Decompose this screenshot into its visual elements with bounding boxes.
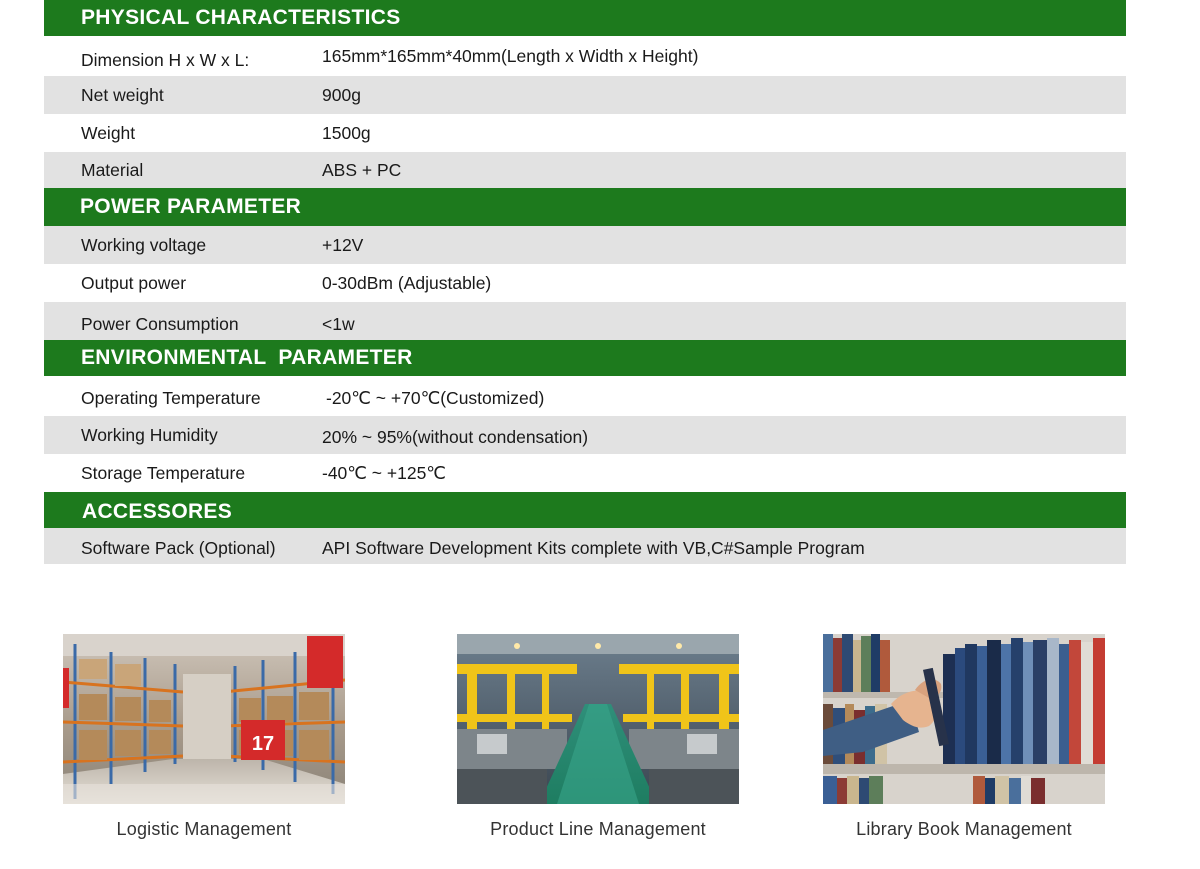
spec-value: 0-30dBm (Adjustable): [322, 273, 492, 293]
section-header-power: POWER PARAMETER: [44, 188, 1126, 226]
spec-row: Dimension H x W x L: 165mm*165mm*40mm(Le…: [44, 36, 1126, 76]
gallery-card-library: Library Book Management: [823, 634, 1105, 840]
spec-table: PHYSICAL CHARACTERISTICS Dimension H x W…: [44, 0, 1126, 564]
spec-row: Storage Temperature -40℃ ~ +125℃: [44, 454, 1126, 492]
spec-row: Working voltage +12V: [44, 226, 1126, 264]
spec-row: Power Consumption <1w: [44, 302, 1126, 340]
library-bookshelf-photo: [823, 634, 1105, 804]
spec-value: 20% ~ 95%(without condensation): [322, 427, 589, 447]
spec-label: Software Pack (Optional): [81, 538, 276, 558]
spec-row: Output power 0-30dBm (Adjustable): [44, 264, 1126, 302]
gallery-card-logistic: 17 Logistic Management: [63, 634, 345, 840]
spec-value: 165mm*165mm*40mm(Length x Width x Height…: [322, 46, 699, 66]
spec-label: Storage Temperature: [81, 463, 246, 483]
spec-row: Working Humidity 20% ~ 95%(without conde…: [44, 416, 1126, 454]
spec-value: <1w: [322, 314, 355, 334]
spec-row: Material ABS + PC: [44, 152, 1126, 188]
spec-value: 900g: [322, 85, 361, 105]
warehouse-shelves-photo: 17: [63, 634, 345, 804]
caption-library: Library Book Management: [856, 819, 1072, 839]
spec-label: Material: [81, 160, 144, 180]
spec-row: Weight 1500g: [44, 114, 1126, 152]
spec-value: 1500g: [322, 123, 371, 143]
gallery-card-product-line: Product Line Management: [457, 634, 739, 840]
spec-label: Working Humidity: [81, 425, 218, 445]
spec-value: +12V: [322, 235, 364, 255]
application-gallery: 17 Logistic Management Product Line Mana…: [0, 634, 1200, 864]
spec-row: Operating Temperature -20℃ ~ +70℃(Custom…: [44, 376, 1126, 416]
spec-label: Working voltage: [81, 235, 207, 255]
section-header-physical: PHYSICAL CHARACTERISTICS: [44, 0, 1126, 36]
section-header-accessories: ACCESSORES: [44, 492, 1126, 528]
spec-label: Net weight: [81, 85, 164, 105]
spec-row: Net weight 900g: [44, 76, 1126, 114]
spec-value: -20℃ ~ +70℃(Customized): [326, 388, 545, 408]
spec-value: API Software Development Kits complete w…: [322, 538, 865, 558]
spec-row: Software Pack (Optional) API Software De…: [44, 528, 1126, 564]
spec-value: -40℃ ~ +125℃: [322, 463, 446, 483]
caption-logistic: Logistic Management: [116, 819, 292, 839]
caption-product-line: Product Line Management: [490, 819, 706, 839]
factory-production-line-photo: [457, 634, 739, 804]
spec-value: ABS + PC: [322, 160, 402, 180]
spec-label: Power Consumption: [81, 314, 239, 334]
spec-label: Operating Temperature: [81, 388, 261, 408]
spec-label: Weight: [81, 123, 136, 143]
spec-label: Output power: [81, 273, 187, 293]
aisle-sign-number: 17: [252, 733, 274, 755]
